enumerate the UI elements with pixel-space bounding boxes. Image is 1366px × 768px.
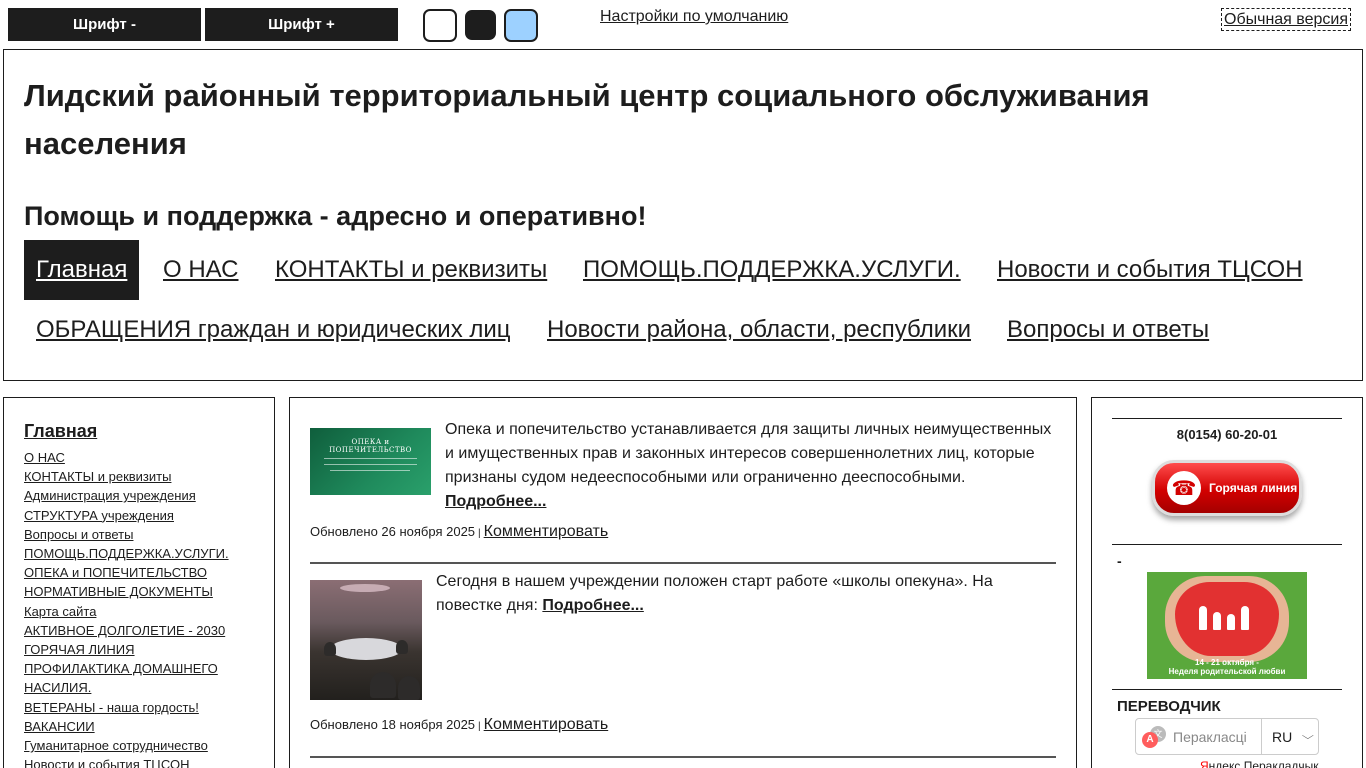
family-figure-icon (1199, 606, 1207, 630)
banner-caption-title: Неделя родительской любви (1168, 667, 1286, 676)
translator-widget[interactable]: 文 A Перакласці RU ⌵ (1135, 718, 1319, 755)
family-figure-icon (1241, 606, 1249, 630)
nav-item-news-events[interactable]: Новости и события ТЦСОН (985, 240, 1315, 300)
nav-item-about[interactable]: О НАС (151, 240, 250, 300)
photo-person (396, 640, 408, 654)
language-select[interactable]: RU ⌵ (1261, 719, 1318, 754)
sidebar-item-guardianship[interactable]: ОПЕКА и ПОПЕЧИТЕЛЬСТВО (24, 563, 254, 582)
banner-caption-dash: - (1117, 553, 1122, 569)
read-more-link[interactable]: Подробнее... (445, 493, 546, 510)
sidebar-item-help-services[interactable]: ПОМОЩЬ.ПОДДЕРЖКА.УСЛУГИ. (24, 544, 254, 563)
hotline-label: Горячая линия (1209, 481, 1298, 495)
sidebar-item-about[interactable]: О НАС (24, 448, 254, 467)
thumbnail-title: ОПЕКА и ПОПЕЧИТЕЛЬСТВО (329, 438, 412, 454)
article-summary: Сегодня в нашем учреждении положен старт… (436, 573, 993, 614)
updated-date: Обновлено 18 ноября 2025 (310, 717, 476, 732)
nav-item-regional-news[interactable]: Новости района, области, республики (535, 300, 983, 360)
sidebar-item-faq[interactable]: Вопросы и ответы (24, 525, 254, 544)
sidebar-item-hotline[interactable]: ГОРЯЧАЯ ЛИНИЯ (24, 640, 254, 659)
translate-button[interactable]: Перакласці (1173, 729, 1261, 745)
article-thumbnail-photo[interactable] (310, 580, 422, 700)
sidebar-item-active-longevity[interactable]: АКТИВНОЕ ДОЛГОЛЕТИЕ - 2030 (24, 621, 254, 640)
translate-icon: 文 A (1142, 725, 1166, 748)
photo-round-table (330, 638, 402, 660)
translator-credit-text: ндекс Перакладчык (1208, 759, 1319, 768)
thumbnail-line (324, 458, 417, 459)
sidebar-heading-home[interactable]: Главная (24, 421, 97, 442)
sidebar-item-domestic-violence[interactable]: ПРОФИЛАКТИКА ДОМАШНЕГО НАСИЛИЯ. (24, 659, 254, 697)
comment-link[interactable]: Комментировать (484, 523, 609, 540)
sidebar-divider (1112, 689, 1342, 690)
sidebar-item-structure[interactable]: СТРУКТУРА учреждения (24, 506, 254, 525)
article-meta: Обновлено 26 ноября 2025 | Комментировать (310, 523, 608, 541)
sidebar-divider (1112, 544, 1342, 545)
hotline-banner-button[interactable]: ☎ Горячая линия (1152, 460, 1302, 516)
normal-version-link[interactable]: Обычная версия (1221, 8, 1352, 31)
nav-item-help-services[interactable]: ПОМОЩЬ.ПОДДЕРЖКА.УСЛУГИ. (571, 240, 973, 300)
color-scheme-blue-button[interactable] (504, 9, 538, 42)
updated-date: Обновлено 26 ноября 2025 (310, 524, 476, 539)
nav-item-appeals[interactable]: ОБРАЩЕНИЯ граждан и юридических лиц (24, 300, 523, 360)
site-title: Лидский районный территориальный центр с… (24, 78, 1150, 161)
parental-love-week-banner[interactable]: 14 - 21 октября - Неделя родительской лю… (1147, 572, 1307, 679)
article-summary: Опека и попечительство устанавливается д… (445, 421, 1052, 486)
site-header: Лидский районный территориальный центр с… (3, 49, 1363, 381)
site-slogan: Помощь и поддержка - адресно и оперативн… (24, 201, 647, 231)
accessibility-bar: Шрифт - Шрифт + Настройки по умолчанию О… (0, 0, 1366, 48)
family-figure-icon (1227, 614, 1235, 630)
default-settings-link[interactable]: Настройки по умолчанию (600, 8, 788, 26)
selected-language: RU (1272, 728, 1293, 745)
thumbnail-line (330, 470, 410, 471)
article-divider (310, 562, 1056, 564)
yandex-logo-letter: Я (1200, 759, 1209, 768)
sidebar-item-vacancies[interactable]: ВАКАНСИИ (24, 717, 254, 736)
nav-item-faq[interactable]: Вопросы и ответы (995, 300, 1221, 360)
banner-caption: 14 - 21 октября - Неделя родительской лю… (1147, 658, 1307, 676)
comment-link[interactable]: Комментировать (484, 716, 609, 733)
main-content: ОПЕКА и ПОПЕЧИТЕЛЬСТВО Опека и попечител… (289, 397, 1077, 768)
read-more-link[interactable]: Подробнее... (542, 597, 643, 614)
meta-separator: | (478, 721, 481, 732)
chevron-down-icon: ⌵ (1301, 731, 1315, 742)
sidebar-item-veterans[interactable]: ВЕТЕРАНЫ - наша гордость! (24, 698, 254, 717)
font-increase-button[interactable]: Шрифт + (205, 8, 398, 41)
meta-separator: | (478, 528, 481, 539)
sidebar-item-regulations[interactable]: НОРМАТИВНЫЕ ДОКУМЕНТЫ (24, 582, 254, 601)
photo-person (324, 642, 336, 656)
sidebar-divider (1112, 418, 1342, 419)
nav-item-home[interactable]: Главная (24, 240, 140, 300)
nav-item-contacts[interactable]: КОНТАКТЫ и реквизиты (263, 240, 559, 300)
family-figure-icon (1213, 612, 1221, 630)
article-thumbnail-guardianship[interactable]: ОПЕКА и ПОПЕЧИТЕЛЬСТВО (310, 428, 431, 495)
photo-person (398, 676, 420, 700)
translator-title: ПЕРЕВОДЧИК (1117, 698, 1221, 715)
photo-ceiling-light (340, 584, 390, 592)
article-text: Опека и попечительство устанавливается д… (445, 418, 1060, 514)
article-divider (310, 756, 1056, 758)
yandex-translator-credit[interactable]: Яндекс Перакладчык (1200, 759, 1319, 768)
thumbnail-line (324, 464, 417, 465)
sidebar-menu: О НАС КОНТАКТЫ и реквизиты Администрация… (24, 448, 254, 768)
phone-icon: ☎ (1167, 471, 1201, 505)
color-scheme-black-button[interactable] (465, 10, 496, 40)
hotline-phone-number: 8(0154) 60-20-01 (1176, 427, 1278, 442)
sidebar-item-news-events[interactable]: Новости и события ТЦСОН (24, 755, 254, 768)
right-sidebar: 8(0154) 60-20-01 ☎ Горячая линия - 14 - … (1091, 397, 1363, 768)
article-meta: Обновлено 18 ноября 2025 | Комментировать (310, 716, 608, 734)
color-scheme-white-button[interactable] (423, 9, 457, 42)
article-text: Сегодня в нашем учреждении положен старт… (436, 570, 1036, 618)
sidebar-item-administration[interactable]: Администрация учреждения (24, 486, 254, 505)
sidebar-item-contacts[interactable]: КОНТАКТЫ и реквизиты (24, 467, 254, 486)
sidebar-item-humanitarian[interactable]: Гуманитарное сотрудничество (24, 736, 254, 755)
font-decrease-button[interactable]: Шрифт - (8, 8, 201, 41)
left-sidebar: Главная О НАС КОНТАКТЫ и реквизиты Админ… (3, 397, 275, 768)
photo-person (370, 672, 396, 698)
banner-caption-dates: 14 - 21 октября - (1195, 658, 1259, 667)
sidebar-item-sitemap[interactable]: Карта сайта (24, 602, 254, 621)
